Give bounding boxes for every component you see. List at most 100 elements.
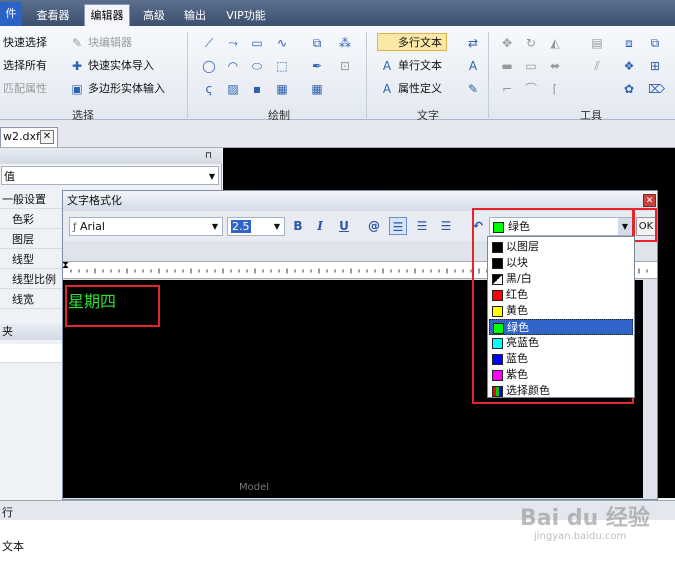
font-select[interactable]: ƒ Arial ▼ <box>69 217 223 236</box>
point-icon[interactable]: ⁂ <box>338 36 352 50</box>
quick-import-icon: ✚ <box>71 59 83 73</box>
align-right-icon[interactable]: ☰ <box>437 217 455 235</box>
insert-block-icon[interactable]: ⧉ <box>310 36 324 50</box>
mtext-button[interactable]: 多行文本 <box>377 33 447 51</box>
symbol-icon[interactable]: @ <box>365 217 383 235</box>
tab-file[interactable]: 件 <box>0 2 22 26</box>
tab-output[interactable]: 输出 <box>178 5 212 26</box>
text-edit-icon[interactable]: A <box>466 59 480 73</box>
polygon-input-button[interactable]: 多边形实体输入 <box>88 80 165 98</box>
move-icon[interactable]: ✥ <box>500 36 514 50</box>
quick-import-button[interactable]: 快速实体导入 <box>88 57 154 75</box>
pen-icon[interactable]: ✒ <box>310 59 324 73</box>
color-option-label: 紫色 <box>506 368 528 381</box>
baidu-watermark: Bai du 经验 jingyan.baidu.com <box>520 488 670 548</box>
arc-icon[interactable]: ◠ <box>226 59 240 73</box>
stretch-icon[interactable]: ⬌ <box>548 59 562 73</box>
size-select[interactable]: 2.5 ▼ <box>227 217 285 236</box>
spline-icon[interactable]: ∿ <box>275 36 289 50</box>
tab-vip[interactable]: VIP功能 <box>220 5 272 26</box>
color-swatch <box>492 386 503 397</box>
layer-icon[interactable]: ▤ <box>590 36 604 50</box>
model-tab[interactable]: Model <box>239 482 269 493</box>
rectangle-icon[interactable]: ▭ <box>250 36 264 50</box>
highlight-box-ok <box>633 208 657 242</box>
quick-select-button[interactable]: 快速选择 <box>3 34 47 52</box>
color-option[interactable]: 以块 <box>489 255 633 271</box>
mirror-icon[interactable]: ◭ <box>548 36 562 50</box>
color-swatch <box>492 242 503 253</box>
watermark-url: jingyan.baidu.com <box>534 531 627 542</box>
color-option[interactable]: 选择颜色 <box>489 383 633 399</box>
scale-icon[interactable]: ▬ <box>500 59 514 73</box>
fillet-icon[interactable]: ⌈ <box>548 82 562 96</box>
color-option[interactable]: 紫色 <box>489 367 633 383</box>
attdef-icon: A <box>382 82 392 96</box>
match-props-button[interactable]: 匹配属性 <box>3 80 47 98</box>
props-selector-value: 值 <box>4 170 15 183</box>
text-style-icon[interactable]: ⇄ <box>466 36 480 50</box>
size-value: 2.5 <box>231 220 251 233</box>
color-option[interactable]: 以图层 <box>489 239 633 255</box>
region-icon[interactable]: ⬚ <box>275 59 289 73</box>
purge-icon[interactable]: ⌦ <box>648 82 665 96</box>
group-separator <box>366 32 367 118</box>
color-option[interactable]: 黑/白 <box>489 271 633 287</box>
color-option[interactable]: 蓝色 <box>489 351 633 367</box>
image-icon[interactable]: ▦ <box>275 82 289 96</box>
props-selector[interactable]: 值 ▼ <box>1 166 219 185</box>
close-icon[interactable]: ✕ <box>643 194 656 207</box>
color-option-label: 绿色 <box>507 321 529 334</box>
watermark-brand: Bai du 经验 <box>520 506 650 531</box>
color-option-label: 黄色 <box>506 304 528 317</box>
align-left-icon[interactable]: ☰ <box>389 217 407 235</box>
copy-icon[interactable]: ▭ <box>524 59 538 73</box>
hatch-icon[interactable]: ▨ <box>226 82 240 96</box>
color-option[interactable]: 黄色 <box>489 303 633 319</box>
single-text-button[interactable]: 单行文本 <box>398 57 442 75</box>
join-icon[interactable]: ⊞ <box>648 59 662 73</box>
pin-icon[interactable]: ⊓ <box>205 148 212 164</box>
color-swatch <box>492 338 503 349</box>
group-icon[interactable]: ⧈ <box>622 36 636 50</box>
table-icon[interactable]: ▦ <box>310 82 324 96</box>
tab-viewer[interactable]: 查看器 <box>30 5 76 26</box>
block-editor-button[interactable]: 块编辑器 <box>88 34 132 52</box>
ungroup-icon[interactable]: ⧉ <box>648 36 662 50</box>
attdef-button[interactable]: 属性定义 <box>398 80 442 98</box>
color-option-label: 黑/白 <box>506 272 532 285</box>
ellipse-icon[interactable]: ⬭ <box>250 59 264 73</box>
circle-icon[interactable]: ◯ <box>202 59 216 73</box>
color-swatch <box>492 274 503 285</box>
bold-button[interactable]: B <box>289 217 307 235</box>
chevron-down-icon: ▼ <box>208 172 215 181</box>
tab-advanced[interactable]: 高级 <box>138 5 170 26</box>
font-icon: ƒ <box>73 222 77 233</box>
rotate-icon[interactable]: ↻ <box>524 36 538 50</box>
color-option-label: 以块 <box>506 256 528 269</box>
palette-icon[interactable]: ✿ <box>622 82 636 96</box>
align-center-icon[interactable]: ☰ <box>413 217 431 235</box>
offset-icon[interactable]: ⫽ <box>590 59 604 73</box>
trim-icon[interactable]: ⌐ <box>500 82 514 96</box>
text-fix-icon[interactable]: ✎ <box>466 82 480 96</box>
line-icon[interactable]: ⟋ <box>202 36 216 50</box>
chevron-down-icon: ▼ <box>273 222 281 231</box>
select-all-button[interactable]: 选择所有 <box>3 57 47 75</box>
polyline-icon[interactable]: ⤳ <box>226 36 240 50</box>
highlight-box-text <box>65 285 160 327</box>
tab-editor[interactable]: 编辑器 <box>84 4 130 26</box>
close-icon[interactable]: ✕ <box>40 130 54 144</box>
explode-icon[interactable]: ❖ <box>622 59 636 73</box>
curve-icon[interactable]: ς <box>202 82 216 96</box>
chevron-down-icon: ▼ <box>211 222 219 231</box>
color-option[interactable]: 绿色 <box>489 319 633 335</box>
color-option[interactable]: 红色 <box>489 287 633 303</box>
group-separator <box>187 32 188 118</box>
solid-point-icon[interactable]: ▪ <box>250 82 264 96</box>
attach-icon[interactable]: ⊡ <box>338 59 352 73</box>
color-option[interactable]: 亮蓝色 <box>489 335 633 351</box>
extend-icon[interactable]: ⌒ <box>524 82 538 96</box>
italic-button[interactable]: I <box>311 217 329 235</box>
underline-button[interactable]: U <box>335 217 353 235</box>
